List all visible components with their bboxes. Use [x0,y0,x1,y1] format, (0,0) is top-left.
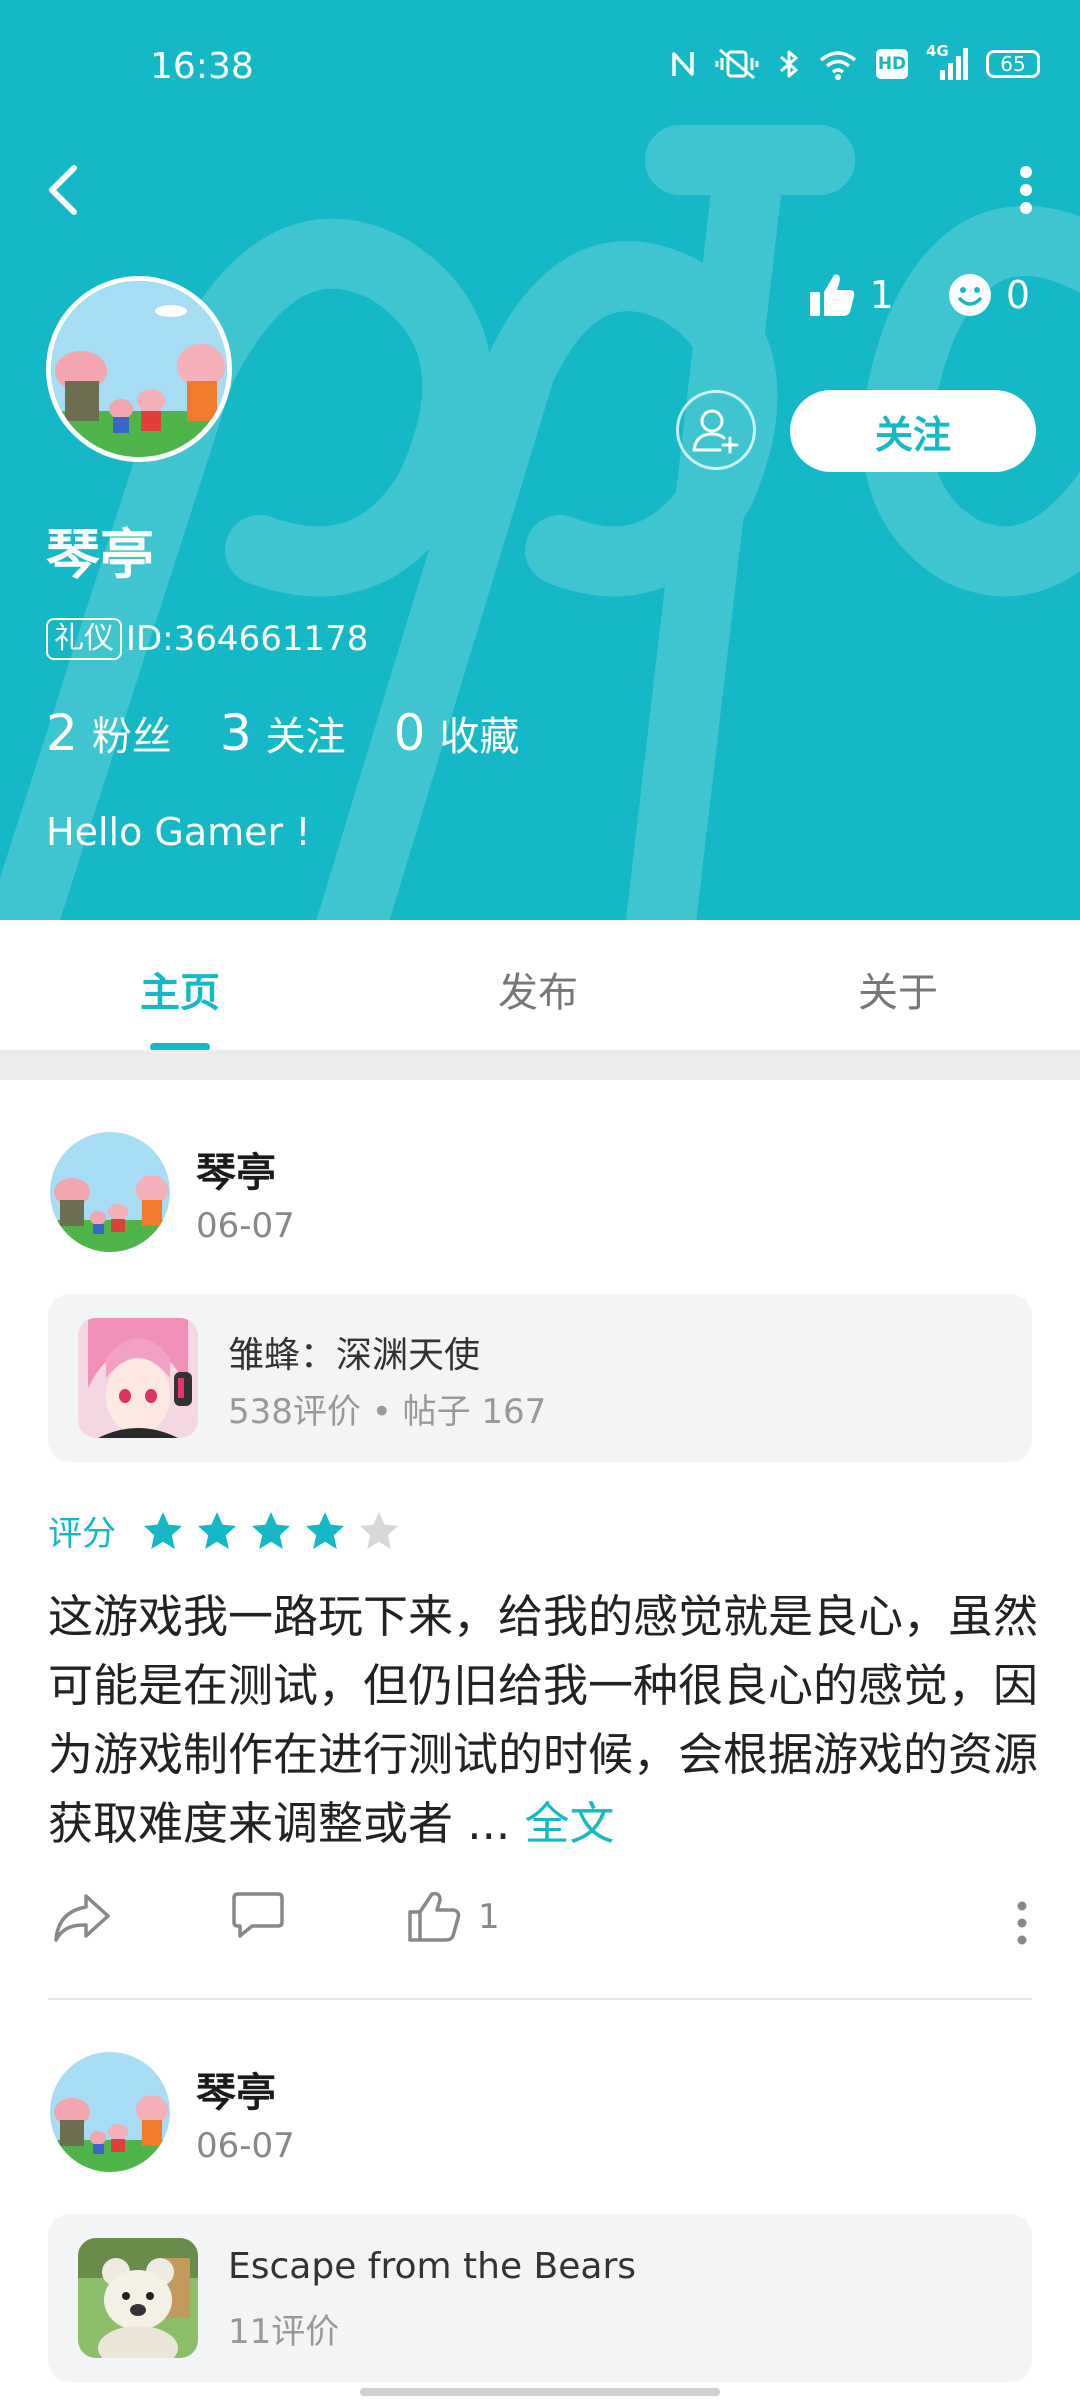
smiley-icon [948,274,991,316]
rating-label: 评分 [48,1514,116,1554]
game-meta: 538评价 • 帖子 167 [228,1392,547,1432]
rating-row: 评分 [48,1506,400,1555]
read-more-link[interactable]: 全文 [525,1797,615,1850]
add-friend-button[interactable] [676,390,756,470]
status-time: 16:38 [150,46,254,87]
post-author-avatar[interactable] [50,1132,170,1252]
like-button[interactable]: 1 [406,1890,500,1944]
bluetooth-icon [780,50,798,78]
game-icon [78,2238,198,2358]
star-icon [306,1511,344,1549]
star-icon [198,1511,236,1549]
game-icon [78,1318,198,1438]
back-arrow-icon[interactable] [44,160,84,220]
post-author-name[interactable]: 琴亭 [196,2060,276,2118]
tab-about[interactable]: 关于 [858,960,938,1018]
battery-indicator: 65 [986,50,1040,78]
game-card[interactable]: 雏蜂：深渊天使 538评价 • 帖子 167 [48,1294,1032,1462]
more-vertical-icon[interactable] [1018,160,1034,220]
avatar-image [51,281,227,457]
comment-icon [232,1892,284,1938]
profile-bio: Hello Gamer ! [46,810,311,854]
nfc-icon [672,52,694,76]
emoji-count: 0 [1005,273,1030,317]
likes-counter[interactable]: 1 [808,272,894,318]
post-author-avatar[interactable] [50,2052,170,2172]
signal-icon: 4G [926,42,968,80]
signal-bars-icon [940,48,968,80]
section-divider [0,1050,1080,1080]
stat-favorites[interactable]: 0 收藏 [394,704,520,762]
post-more-icon[interactable] [1016,1898,1028,1948]
game-icon-image [78,2238,198,2358]
like-icon [408,1891,461,1942]
star-icon [144,1511,182,1549]
rating-stars [142,1510,400,1552]
stat-label: 关注 [265,714,346,760]
avatar[interactable] [46,276,232,462]
profile-id-row: 礼仪 ID:364661178 [46,618,368,660]
game-meta: 11评价 [228,2312,340,2352]
post-separator [48,1998,1032,2000]
profile-tabs: 主页 发布 关于 [0,920,1080,1051]
star-icon [360,1511,398,1549]
profile-id: ID:364661178 [126,619,369,659]
hd-badge: HD [876,49,908,79]
like-count: 1 [478,1897,500,1937]
stat-label: 收藏 [439,714,520,760]
post-date: 06-07 [196,2126,295,2166]
stat-number: 0 [393,704,426,762]
profile-counters: 1 0 [808,272,1030,318]
stat-followers[interactable]: 2 粉丝 [46,704,172,762]
watermark-letters [0,125,1080,920]
home-indicator[interactable] [360,2388,720,2396]
game-card[interactable]: Escape from the Bears 11评价 [48,2214,1032,2382]
post-date: 06-07 [196,1206,295,1246]
post-author-name[interactable]: 琴亭 [196,1140,276,1198]
status-icons: HD 4G 65 [670,42,1040,80]
review-text[interactable]: 这游戏我一路玩下来，给我的感觉就是良心，虽然可能是在测试，但仍旧给我一种很良心的… [48,1582,1038,1858]
share-icon [54,1894,110,1942]
profile-username: 琴亭 [46,523,154,586]
status-bar: 16:38 HD 4G 65 [0,0,1080,130]
share-button[interactable] [52,1890,112,1944]
game-title: 雏蜂：深渊天使 [228,1335,481,1376]
post-actions: 1 [0,1890,1080,1960]
stat-number: 2 [46,704,78,762]
stat-following[interactable]: 3 关注 [220,704,346,762]
stat-label: 粉丝 [91,714,172,760]
profile-stats: 2 粉丝 3 关注 0 收藏 [46,704,519,762]
tab-posts[interactable]: 发布 [498,960,578,1018]
thumbs-up-icon [809,274,854,316]
game-icon-image [78,1318,198,1438]
profile-header: 16:38 HD 4G 65 1 0 关注 琴亭 礼仪 ID:364661178… [0,0,1080,920]
tab-home[interactable]: 主页 [140,960,220,1018]
stat-number: 3 [219,704,252,762]
game-title: Escape from the Bears [228,2246,637,2287]
profile-tag-badge: 礼仪 [46,618,122,660]
follow-button[interactable]: 关注 [790,390,1036,472]
post-avatar-image [50,2052,170,2172]
add-user-icon [692,409,739,454]
post-avatar-image [50,1132,170,1252]
star-icon [252,1511,290,1549]
likes-count: 1 [869,273,894,317]
wifi-icon [819,51,857,80]
comment-button[interactable] [230,1890,286,1940]
mute-vibrate-icon [715,48,759,80]
emoji-counter[interactable]: 0 [948,273,1030,317]
